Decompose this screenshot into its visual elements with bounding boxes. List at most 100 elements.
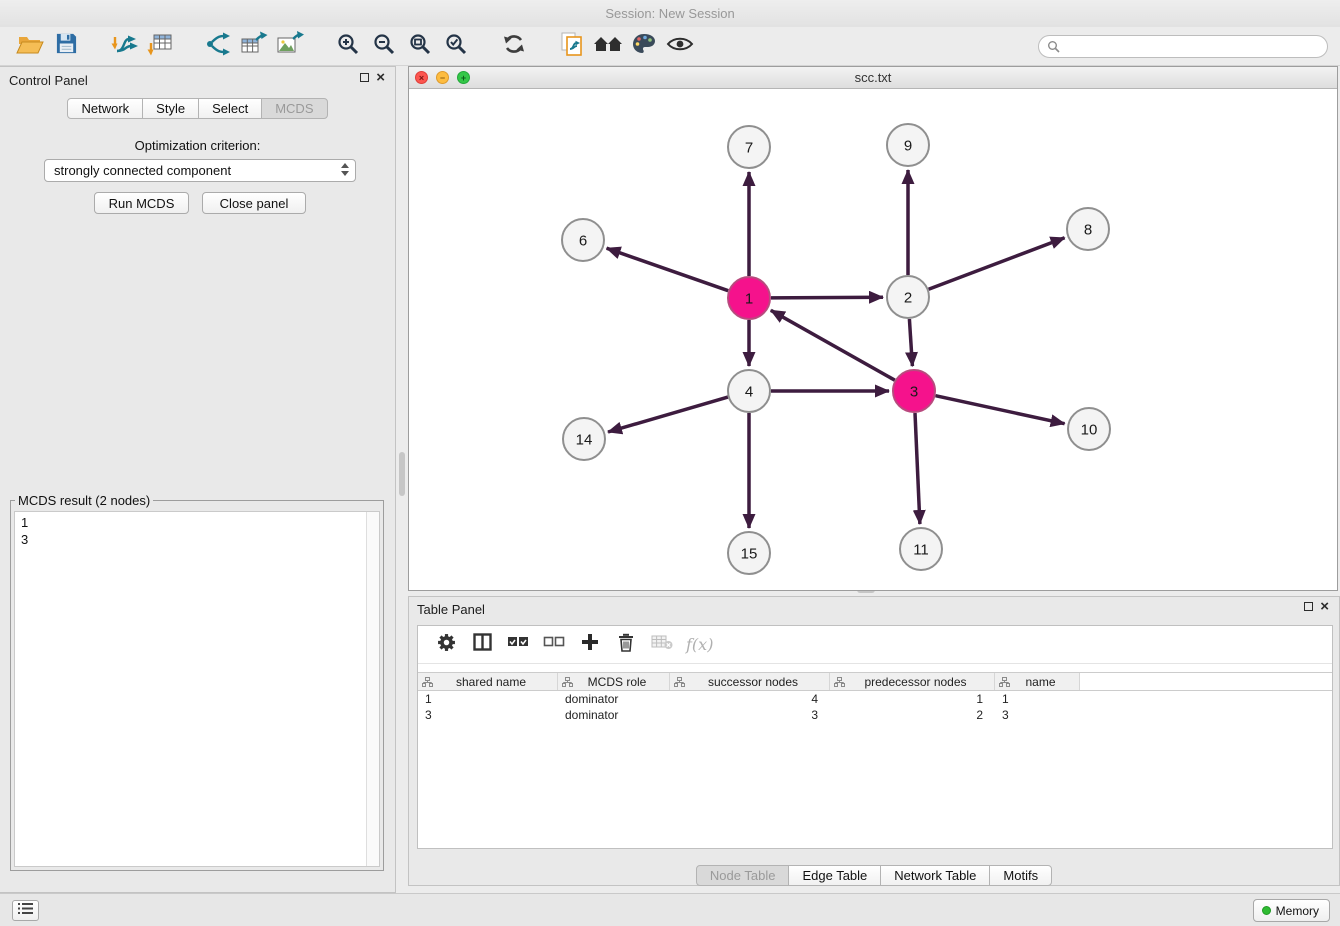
window-close-icon[interactable]: × [415, 71, 428, 84]
export-table-button[interactable] [236, 30, 272, 62]
list-icon [18, 902, 33, 920]
copy-network-button[interactable] [554, 30, 590, 62]
float-panel-button[interactable] [360, 73, 369, 82]
zoom-fit-button[interactable] [402, 30, 438, 62]
home-button[interactable] [590, 30, 626, 62]
import-network-button[interactable] [106, 30, 142, 62]
graph-node-9[interactable]: 9 [887, 124, 929, 166]
table-panel-title: Table Panel [417, 602, 485, 617]
panel-menu-button[interactable] [12, 900, 39, 921]
window-minimize-icon[interactable]: − [436, 71, 449, 84]
graph-edge-2-8[interactable] [929, 238, 1065, 289]
refresh-layout-button[interactable] [496, 30, 532, 62]
tab-select[interactable]: Select [198, 98, 262, 119]
search-input[interactable] [1065, 38, 1319, 55]
table-tab-edge-table[interactable]: Edge Table [788, 865, 881, 886]
graph-edge-3-11[interactable] [915, 413, 920, 524]
table-row[interactable]: 3dominator323 [418, 707, 1332, 723]
export-network-button[interactable] [200, 30, 236, 62]
optimization-criterion-dropdown[interactable]: strongly connected component [44, 159, 356, 182]
open-file-button[interactable] [12, 30, 48, 62]
graph-edge-3-1[interactable] [771, 310, 895, 380]
dropdown-stepper-icon [341, 163, 349, 176]
import-table-button[interactable] [142, 30, 178, 62]
table-cell[interactable]: 2 [830, 707, 995, 723]
table-cell[interactable]: dominator [558, 691, 670, 707]
table-cell[interactable]: 4 [670, 691, 830, 707]
column-header-name[interactable]: name [995, 673, 1080, 690]
column-type-icon [674, 677, 685, 687]
deselect-all-button[interactable] [536, 630, 572, 660]
table-tab-motifs[interactable]: Motifs [989, 865, 1052, 886]
close-panel-button[interactable]: Close panel [202, 192, 306, 214]
graph-edge-2-3[interactable] [909, 319, 912, 366]
network-canvas[interactable]: 7 9 6 8 1 2 4 3 14 10 15 11 [409, 89, 1337, 590]
table-cell[interactable]: 1 [418, 691, 558, 707]
network-graph[interactable]: 7 9 6 8 1 2 4 3 14 10 15 11 [409, 89, 1337, 590]
graph-edge-1-2[interactable] [771, 297, 883, 298]
table-tab-network-table[interactable]: Network Table [880, 865, 990, 886]
graph-edge-3-10[interactable] [936, 396, 1065, 424]
network-window[interactable]: × − + scc.txt 7 9 6 8 1 2 4 3 14 10 15 11 [408, 66, 1338, 591]
show-hide-button[interactable] [662, 30, 698, 62]
memory-button[interactable]: Memory [1253, 899, 1330, 922]
control-panel-tabs: NetworkStyleSelectMCDS [0, 98, 395, 119]
search-box[interactable] [1038, 35, 1328, 58]
status-bar: Memory [0, 893, 1340, 926]
table-float-panel-button[interactable] [1304, 602, 1313, 611]
graph-node-6[interactable]: 6 [562, 219, 604, 261]
graph-node-15[interactable]: 15 [728, 532, 770, 574]
mcds-result-list[interactable]: 1 3 [14, 511, 380, 867]
column-header-shared-name[interactable]: shared name [418, 673, 558, 690]
table-tab-node-table[interactable]: Node Table [696, 865, 790, 886]
table-cell[interactable]: dominator [558, 707, 670, 723]
zoom-in-button[interactable] [330, 30, 366, 62]
zoom-selected-button[interactable] [438, 30, 474, 62]
table-close-panel-button[interactable]: × [1320, 602, 1329, 611]
graph-node-11[interactable]: 11 [900, 528, 942, 570]
graph-node-2[interactable]: 2 [887, 276, 929, 318]
add-column-button[interactable] [572, 630, 608, 660]
result-scrollbar[interactable] [366, 512, 379, 866]
table-cell[interactable]: 1 [995, 691, 1080, 707]
network-window-titlebar[interactable]: × − + scc.txt [409, 67, 1337, 89]
svg-text:6: 6 [579, 232, 587, 249]
export-image-button[interactable] [272, 30, 308, 62]
select-all-button[interactable] [500, 630, 536, 660]
graph-edge-1-6[interactable] [607, 248, 729, 291]
table-settings-button[interactable] [428, 630, 464, 660]
table-cell[interactable]: 3 [418, 707, 558, 723]
column-visibility-button[interactable] [464, 630, 500, 660]
plus-icon [581, 633, 599, 656]
function-builder-button[interactable]: f(x) [686, 635, 713, 654]
graph-node-10[interactable]: 10 [1068, 408, 1110, 450]
graph-edge-4-14[interactable] [608, 397, 728, 432]
graph-node-4[interactable]: 4 [728, 370, 770, 412]
graph-node-8[interactable]: 8 [1067, 208, 1109, 250]
style-button[interactable] [626, 30, 662, 62]
table-row[interactable]: 1dominator411 [418, 691, 1332, 707]
table-cell[interactable]: 3 [670, 707, 830, 723]
save-session-button[interactable] [48, 30, 84, 62]
column-header-mcds-role[interactable]: MCDS role [558, 673, 670, 690]
graph-node-7[interactable]: 7 [728, 126, 770, 168]
tab-style[interactable]: Style [142, 98, 199, 119]
delete-column-button[interactable] [608, 630, 644, 660]
table-cell[interactable]: 3 [995, 707, 1080, 723]
graph-node-1[interactable]: 1 [728, 277, 770, 319]
column-header-successor-nodes[interactable]: successor nodes [670, 673, 830, 690]
window-titlebar[interactable]: Session: New Session [0, 0, 1340, 27]
graph-node-3[interactable]: 3 [893, 370, 935, 412]
close-panel-icon-button[interactable]: × [376, 73, 385, 82]
run-mcds-button[interactable]: Run MCDS [94, 192, 189, 214]
vertical-splitter-handle[interactable] [399, 452, 405, 496]
graph-node-14[interactable]: 14 [563, 418, 605, 460]
window-maximize-icon[interactable]: + [457, 71, 470, 84]
delete-table-button[interactable] [644, 630, 680, 660]
tab-network[interactable]: Network [67, 98, 143, 119]
mcds-result-group: MCDS result (2 nodes) 1 3 [10, 493, 384, 871]
zoom-out-button[interactable] [366, 30, 402, 62]
column-header-predecessor-nodes[interactable]: predecessor nodes [830, 673, 995, 690]
tab-mcds[interactable]: MCDS [261, 98, 327, 119]
table-cell[interactable]: 1 [830, 691, 995, 707]
